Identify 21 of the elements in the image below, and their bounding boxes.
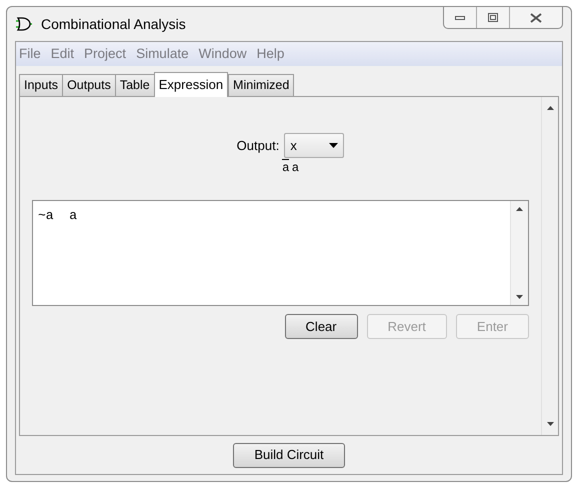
close-icon [530, 12, 542, 22]
scroll-up-icon[interactable] [546, 106, 554, 110]
output-dropdown[interactable]: x [284, 133, 344, 158]
window-title: Combinational Analysis [41, 14, 186, 34]
action-button[interactable]: Clear [284, 314, 358, 339]
caret-icon [329, 143, 338, 148]
tab[interactable]: Inputs [19, 74, 64, 96]
expression-field[interactable]: ~a a [32, 200, 529, 306]
expression-term: a [292, 159, 299, 174]
tab[interactable]: Expression [154, 72, 228, 97]
scroll-down-icon[interactable] [546, 422, 554, 426]
output-label: Output: [236, 136, 280, 155]
tab[interactable]: Minimized [228, 74, 294, 96]
expression-term: a [282, 159, 289, 174]
build-circuit-button[interactable]: Build Circuit [233, 442, 345, 468]
tab[interactable]: Outputs [62, 74, 116, 96]
tab[interactable]: Table [114, 74, 155, 96]
expression-text: ~a a [37, 207, 78, 225]
scroll-up-icon[interactable] [516, 207, 523, 211]
logic-gate-icon [15, 16, 33, 32]
scroll-down-icon[interactable] [516, 295, 523, 299]
